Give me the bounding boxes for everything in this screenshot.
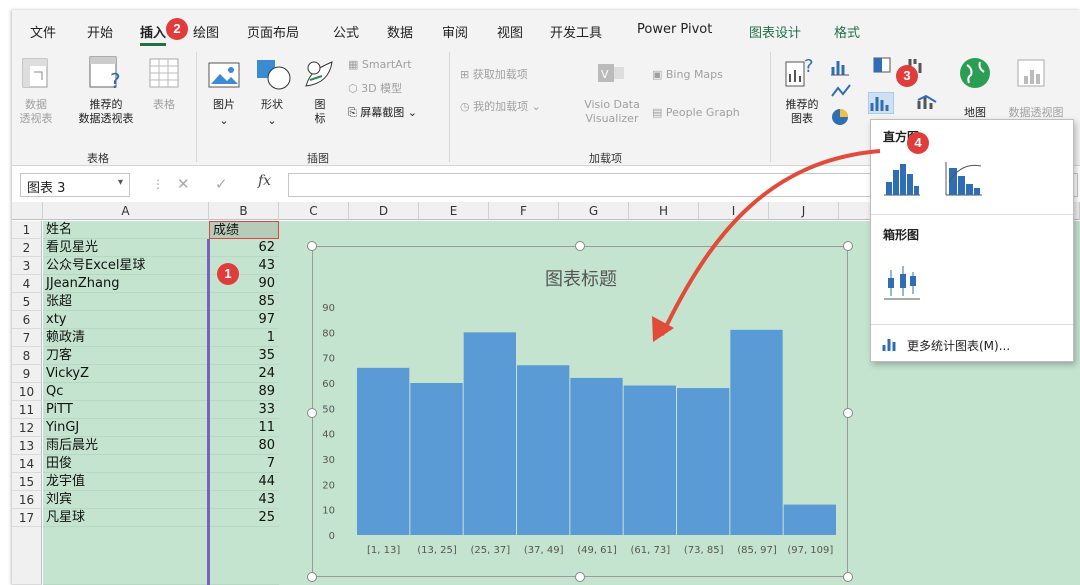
step-badge-1: 1: [217, 263, 239, 285]
step-badge-4: 4: [907, 132, 929, 154]
arrow-line: [660, 149, 881, 336]
step-badge-2: 2: [166, 18, 188, 40]
excel-window: 文件 开始 插入 绘图 页面布局 公式 数据 审阅 视图 开发工具 Power …: [12, 10, 1080, 585]
step-badge-3: 3: [896, 65, 918, 87]
annotation-overlay: [652, 149, 881, 342]
